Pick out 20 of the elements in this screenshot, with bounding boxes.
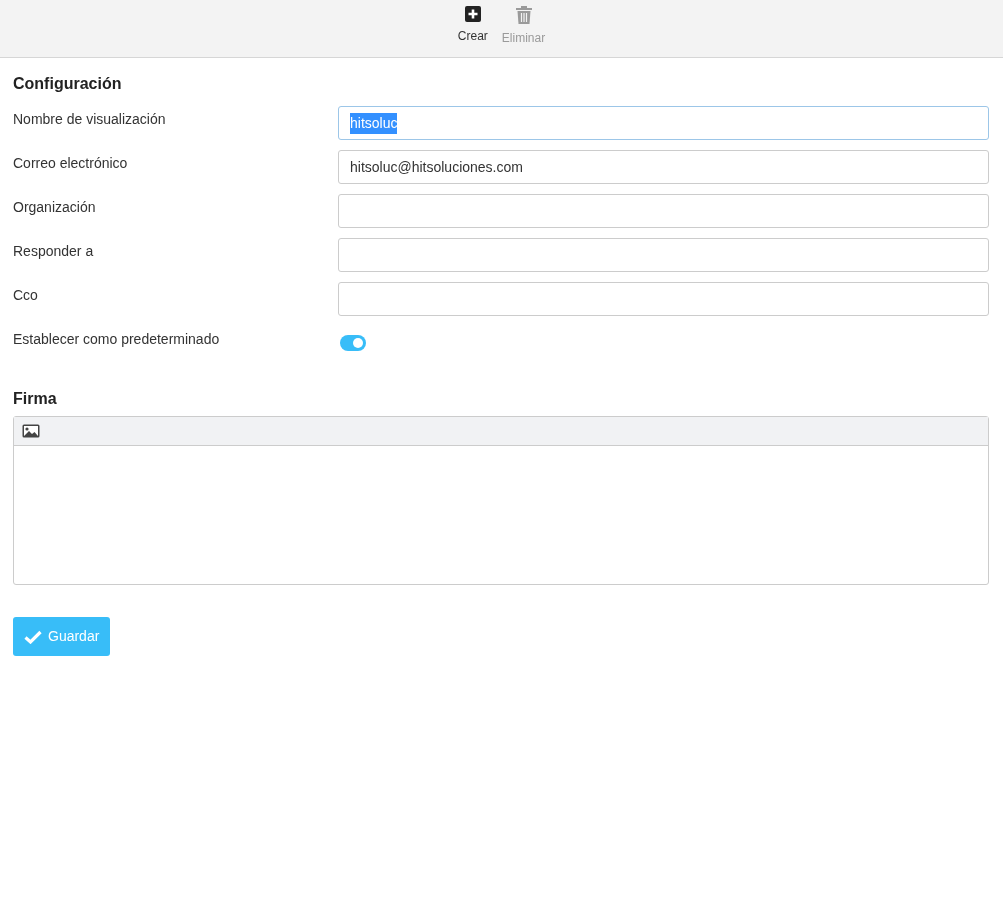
image-icon[interactable] [22,424,40,439]
check-icon [24,629,42,644]
save-button[interactable]: Guardar [13,617,111,657]
input-field[interactable]: hitsoluc [338,106,989,141]
plus-icon [464,6,481,22]
trash-icon [515,6,532,24]
field-label: Organización [13,197,97,217]
toggle-switch[interactable] [340,335,366,352]
section-title: Firma [13,389,58,409]
input-field[interactable] [338,194,989,229]
field-label: Cco [13,285,39,305]
field-label: Correo electrónico [13,153,129,173]
input-field[interactable]: hitsoluc@hitsoluciones.com [338,150,989,185]
create-button[interactable]: Crear [450,0,495,57]
section-title: Configuración [13,74,123,94]
field-label: Responder a [13,241,95,261]
input-field[interactable] [338,238,989,273]
input-field[interactable] [338,282,989,317]
field-label: Establecer como predeterminado [13,329,221,349]
field-label: Nombre de visualización [13,109,167,129]
